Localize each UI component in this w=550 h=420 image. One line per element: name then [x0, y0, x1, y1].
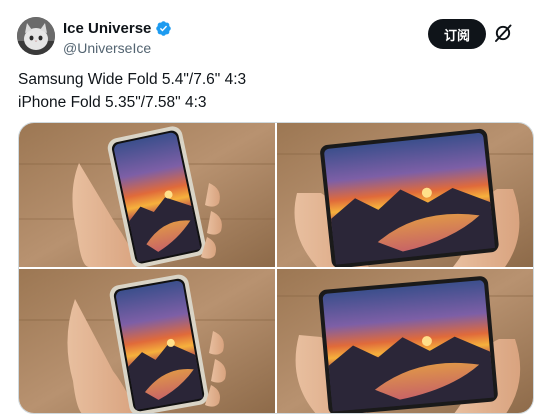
subscribe-button[interactable]: 订阅 — [428, 19, 486, 49]
tweet-line-1: Samsung Wide Fold 5.4"/7.6" 4:3 — [18, 71, 247, 88]
media-image-4[interactable] — [277, 269, 533, 413]
author-info: Ice Universe @UniverseIce — [63, 19, 172, 56]
media-image-1[interactable] — [19, 123, 275, 267]
media-image-2[interactable] — [277, 123, 533, 267]
verified-badge-icon — [155, 20, 172, 37]
avatar[interactable] — [17, 17, 55, 55]
tweet-line-2: iPhone Fold 5.35"/7.58" 4:3 — [18, 94, 207, 111]
tweet-text: Samsung Wide Fold 5.4"/7.6" 4:3 iPhone F… — [18, 68, 246, 114]
grok-icon[interactable] — [492, 22, 514, 44]
media-grid — [18, 122, 534, 414]
author-handle[interactable]: @UniverseIce — [63, 40, 172, 56]
cat-avatar-icon — [17, 17, 55, 55]
author-display-name[interactable]: Ice Universe — [63, 20, 151, 37]
media-image-3[interactable] — [19, 269, 275, 413]
